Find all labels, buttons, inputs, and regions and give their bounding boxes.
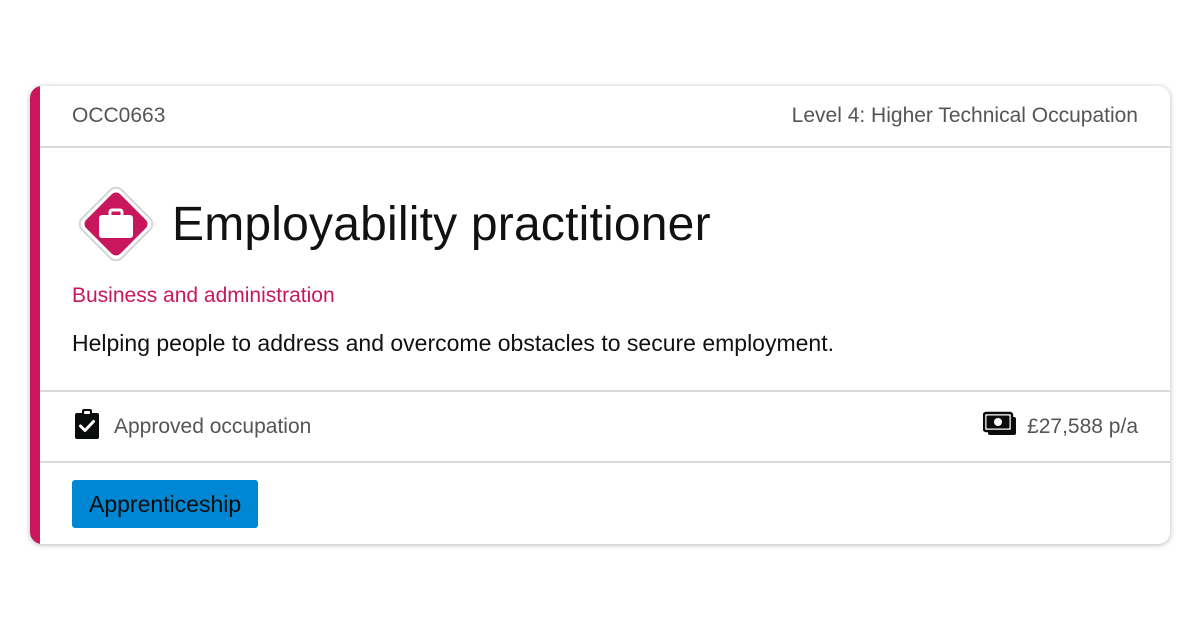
occupation-summary: Helping people to address and overcome o… [72,330,834,356]
salary-info: £27,588 p/a [982,411,1138,443]
title-line: Employability practitioner [68,176,711,272]
clipboard-check-icon [72,408,102,446]
route-name[interactable]: Business and administration [72,284,335,308]
card-body: Employability practitioner Business and … [40,148,1170,392]
occupation-title[interactable]: Employability practitioner [172,197,711,252]
approval-status: Approved occupation [72,408,311,446]
route-accent-bar [30,86,40,544]
apprenticeship-tag[interactable]: Apprenticeship [72,479,259,528]
occupation-reference: OCC0663 [72,104,166,127]
money-icon [982,411,1017,443]
approval-status-label: Approved occupation [114,414,312,438]
tag-row: Apprenticeship [40,463,1170,544]
briefcase-icon [68,176,164,272]
salary-value: £27,588 p/a [1027,414,1138,438]
occupation-card[interactable]: OCC0663 Level 4: Higher Technical Occupa… [30,86,1170,544]
status-row: Approved occupation £27,588 p/a [40,392,1170,463]
occupation-level: Level 4: Higher Technical Occupation [791,104,1138,127]
card-header: OCC0663 Level 4: Higher Technical Occupa… [40,86,1170,148]
